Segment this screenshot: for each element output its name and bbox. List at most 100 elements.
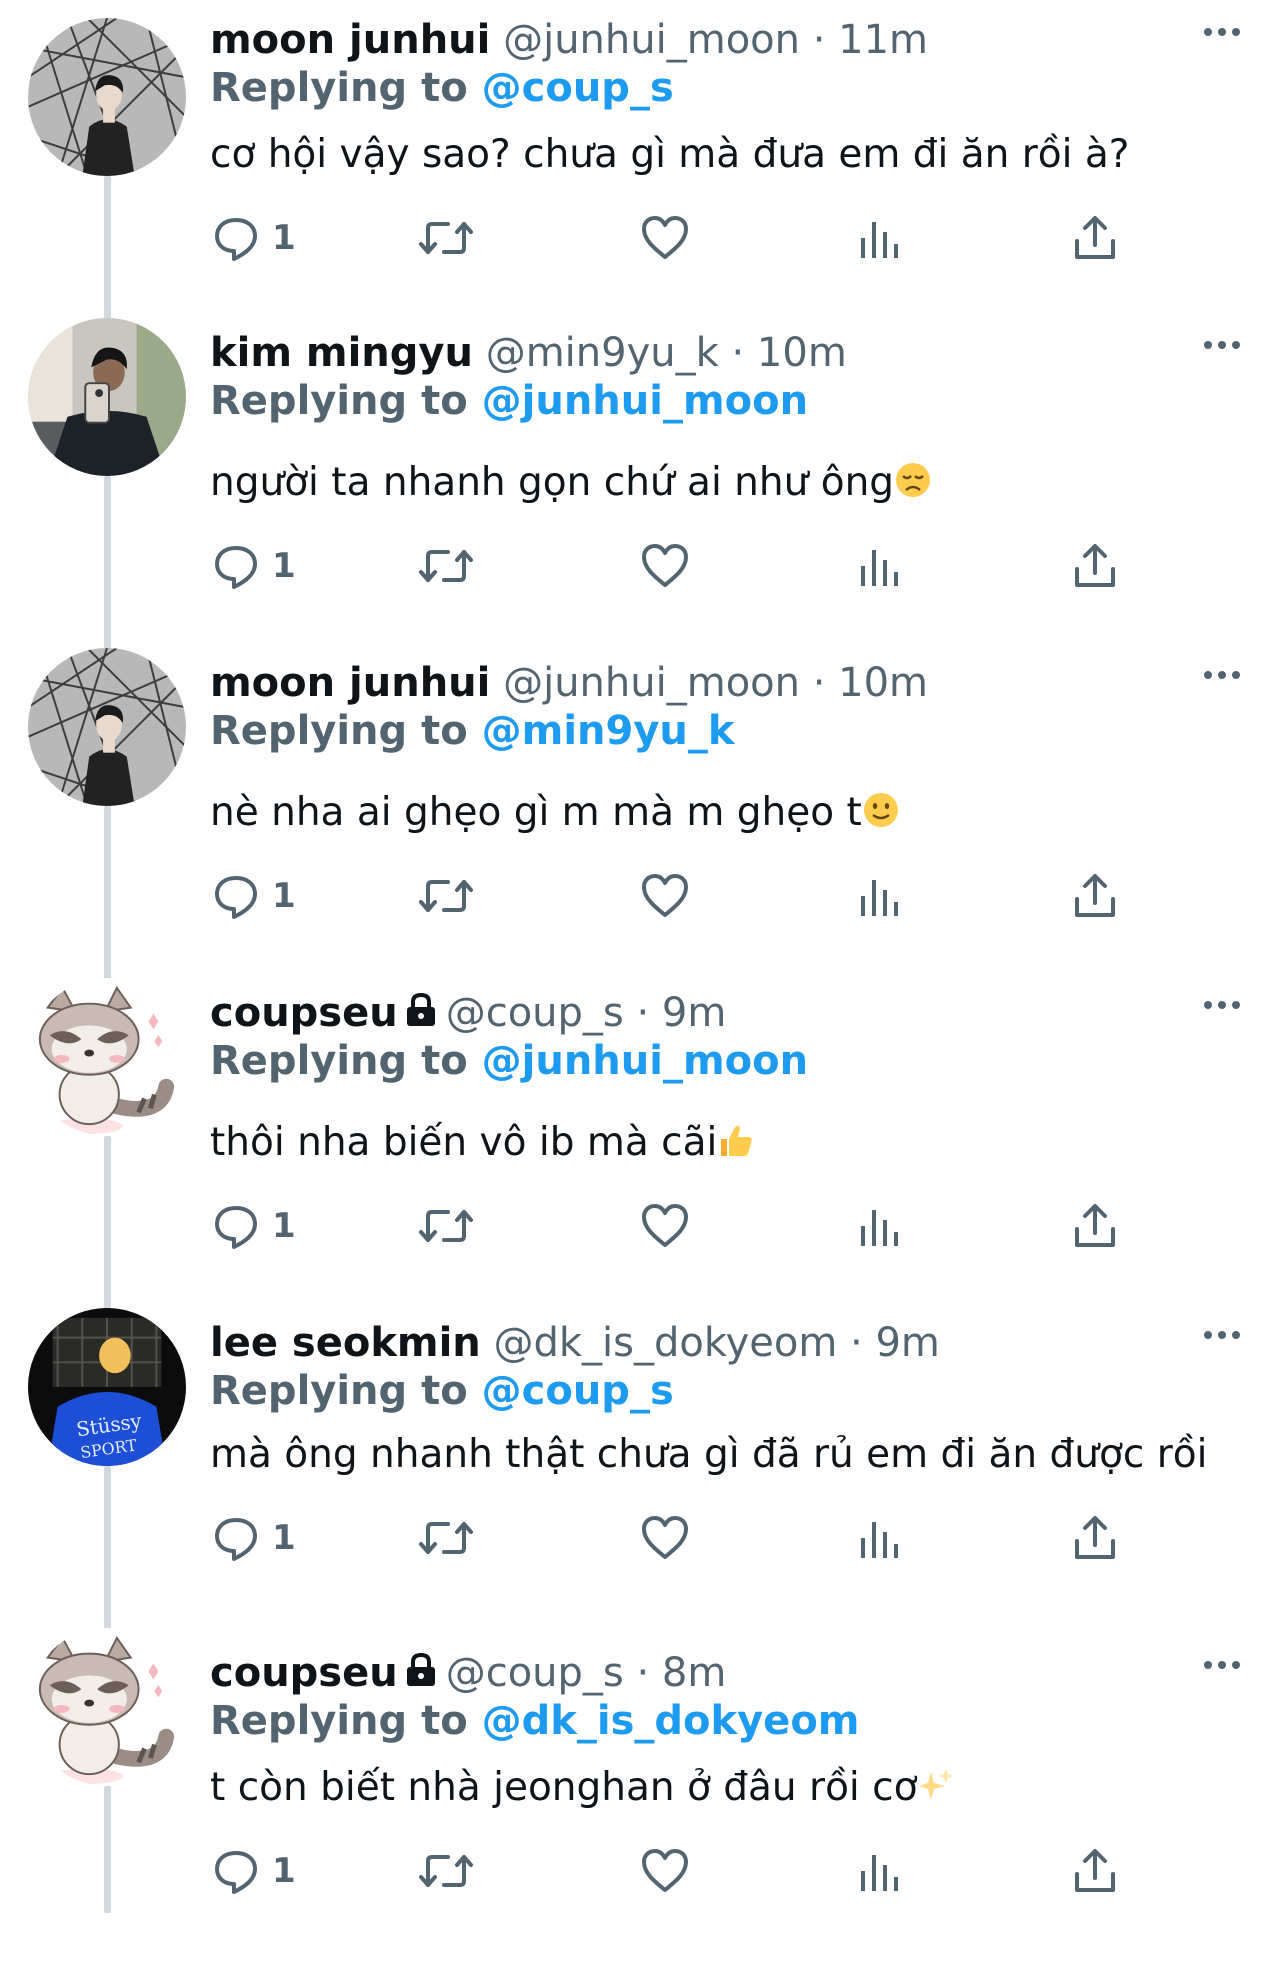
replying-to-mention[interactable]: @dk_is_dokyeom xyxy=(482,1698,860,1744)
timestamp[interactable]: 11m xyxy=(838,17,928,63)
avatar[interactable] xyxy=(28,18,186,176)
retweet-button[interactable] xyxy=(418,536,474,596)
retweet-icon xyxy=(419,222,473,254)
avatar-seokmin: Stüssy SPORT xyxy=(28,1308,186,1466)
timestamp[interactable]: 9m xyxy=(875,1320,939,1366)
tweet[interactable]: moon junhui @junhui_moon · 10m Replying … xyxy=(0,643,1284,973)
like-button[interactable] xyxy=(640,1508,690,1568)
avatar[interactable] xyxy=(28,318,186,476)
share-icon xyxy=(1075,544,1115,587)
display-name[interactable]: lee seokmin xyxy=(210,1320,481,1366)
more-options-icon[interactable] xyxy=(1202,1327,1242,1341)
tweet-text: nè nha ai ghẹo gì m mà m ghẹo t xyxy=(210,788,900,838)
reply-icon xyxy=(215,546,257,589)
display-name[interactable]: kim mingyu xyxy=(210,330,473,376)
display-name[interactable]: coupseu xyxy=(210,990,398,1036)
tweet-actions: 1 xyxy=(0,208,1284,268)
avatar[interactable]: Stüssy SPORT xyxy=(28,1308,186,1466)
tweet-header: lee seokmin @dk_is_dokyeom · 9m xyxy=(210,1319,940,1367)
retweet-button[interactable] xyxy=(418,1196,474,1256)
analytics-button[interactable] xyxy=(858,1508,902,1568)
reply-count: 1 xyxy=(272,876,296,916)
tweet[interactable]: coupseu @coup_s · 9m Replying to @junhui… xyxy=(0,973,1284,1303)
reply-button[interactable]: 1 xyxy=(212,208,296,268)
more-options-icon[interactable] xyxy=(1202,1657,1242,1671)
reply-button[interactable]: 1 xyxy=(212,866,296,926)
retweet-button[interactable] xyxy=(418,1508,474,1568)
reply-icon xyxy=(215,1206,257,1249)
analytics-button[interactable] xyxy=(858,536,902,596)
user-handle[interactable]: @junhui_moon xyxy=(503,660,800,706)
separator: · xyxy=(812,17,826,63)
separator: · xyxy=(850,1320,863,1366)
share-button[interactable] xyxy=(1072,1196,1118,1256)
tweet[interactable]: coupseu @coup_s · 8m Replying to @dk_is_… xyxy=(0,1628,1284,1963)
tweet[interactable]: moon junhui @junhui_moon · 11m Replying … xyxy=(0,0,1284,330)
replying-to-mention[interactable]: @junhui_moon xyxy=(482,1038,808,1084)
retweet-button[interactable] xyxy=(418,208,474,268)
timestamp[interactable]: 9m xyxy=(662,990,726,1036)
timestamp[interactable]: 10m xyxy=(757,330,847,376)
reply-button[interactable]: 1 xyxy=(212,1508,296,1568)
retweet-icon xyxy=(419,1522,473,1554)
more-options-icon[interactable] xyxy=(1202,337,1242,351)
tweet-text-content: cơ hội vậy sao? chưa gì mà đưa em đi ăn … xyxy=(210,132,1130,177)
tweet[interactable]: kim mingyu @min9yu_k · 10m Replying to @… xyxy=(0,313,1284,643)
replying-to: Replying to @min9yu_k xyxy=(210,707,735,755)
reply-button[interactable]: 1 xyxy=(212,536,296,596)
display-name[interactable]: coupseu xyxy=(210,1650,398,1696)
timestamp[interactable]: 8m xyxy=(662,1650,726,1696)
analytics-button[interactable] xyxy=(858,208,902,268)
user-handle[interactable]: @min9yu_k xyxy=(486,330,719,376)
analytics-button[interactable] xyxy=(858,866,902,926)
analytics-button[interactable] xyxy=(858,1196,902,1256)
share-button[interactable] xyxy=(1072,208,1118,268)
reply-count: 1 xyxy=(272,1851,296,1891)
user-handle[interactable]: @dk_is_dokyeom xyxy=(494,1320,838,1366)
tweet-text-content: thôi nha biến vô ib mà cãi xyxy=(210,1120,718,1165)
tweet-actions: 1 xyxy=(0,1508,1284,1568)
share-button[interactable] xyxy=(1072,1508,1118,1568)
user-handle[interactable]: @coup_s xyxy=(446,1650,624,1696)
analytics-button[interactable] xyxy=(858,1841,902,1901)
retweet-icon xyxy=(419,1210,473,1242)
retweet-button[interactable] xyxy=(418,866,474,926)
like-button[interactable] xyxy=(640,208,690,268)
replying-to-mention[interactable]: @min9yu_k xyxy=(482,708,735,754)
reply-button[interactable]: 1 xyxy=(212,1841,296,1901)
reply-count: 1 xyxy=(272,546,296,586)
like-button[interactable] xyxy=(640,1196,690,1256)
user-handle[interactable]: @junhui_moon xyxy=(503,17,800,63)
timestamp[interactable]: 10m xyxy=(838,660,928,706)
retweet-button[interactable] xyxy=(418,1841,474,1901)
replying-to-mention[interactable]: @coup_s xyxy=(482,1368,674,1414)
replying-to-mention[interactable]: @coup_s xyxy=(482,65,674,111)
avatar-raccoon xyxy=(28,1628,186,1786)
replying-to: Replying to @junhui_moon xyxy=(210,377,808,425)
avatar[interactable] xyxy=(28,1628,186,1786)
more-options-icon[interactable] xyxy=(1202,24,1242,38)
display-name[interactable]: moon junhui xyxy=(210,17,490,63)
share-icon xyxy=(1075,1849,1115,1892)
share-button[interactable] xyxy=(1072,866,1118,926)
share-button[interactable] xyxy=(1072,1841,1118,1901)
share-button[interactable] xyxy=(1072,536,1118,596)
analytics-icon xyxy=(861,1522,898,1558)
more-options-icon[interactable] xyxy=(1202,667,1242,681)
avatar[interactable] xyxy=(28,648,186,806)
share-icon xyxy=(1075,216,1115,259)
like-button[interactable] xyxy=(640,536,690,596)
replying-to-mention[interactable]: @junhui_moon xyxy=(482,378,808,424)
display-name[interactable]: moon junhui xyxy=(210,660,490,706)
more-options-icon[interactable] xyxy=(1202,997,1242,1011)
heart-icon xyxy=(642,874,688,917)
tweet-text-content: người ta nhanh gọn chứ ai như ông xyxy=(210,460,895,505)
replying-to-label: Replying to xyxy=(210,1698,468,1744)
user-handle[interactable]: @coup_s xyxy=(446,990,624,1036)
tweet[interactable]: Stüssy SPORT lee seokmin @dk_is_dokyeom … xyxy=(0,1303,1284,1633)
reply-button[interactable]: 1 xyxy=(212,1196,296,1256)
analytics-icon xyxy=(861,1855,898,1891)
like-button[interactable] xyxy=(640,866,690,926)
avatar[interactable] xyxy=(28,978,186,1136)
like-button[interactable] xyxy=(640,1841,690,1901)
